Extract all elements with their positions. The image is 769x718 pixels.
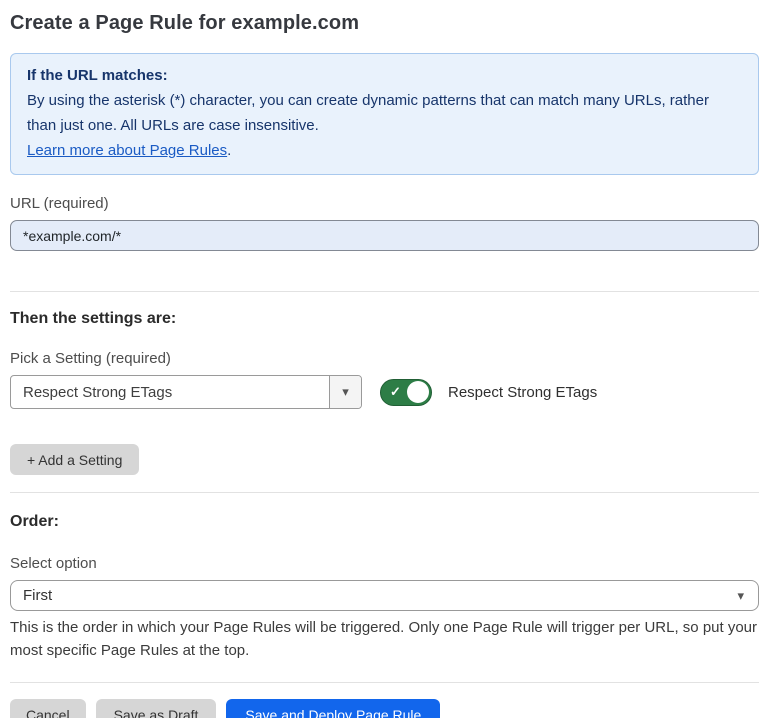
- footer-button-row: Cancel Save as Draft Save and Deploy Pag…: [10, 699, 759, 718]
- url-field-label: URL (required): [10, 195, 759, 212]
- chevron-down-icon: ▾: [342, 384, 349, 400]
- divider: [10, 492, 759, 493]
- dropdown-arrow-button[interactable]: ▾: [329, 376, 361, 408]
- pick-setting-label: Pick a Setting (required): [10, 350, 759, 367]
- save-draft-button[interactable]: Save as Draft: [96, 699, 217, 718]
- info-box-link-line: Learn more about Page Rules.: [27, 138, 742, 163]
- add-setting-button[interactable]: + Add a Setting: [10, 444, 139, 475]
- info-box-heading: If the URL matches:: [27, 63, 742, 88]
- save-deploy-button[interactable]: Save and Deploy Page Rule: [226, 699, 440, 718]
- divider: [10, 682, 759, 683]
- setting-row: Respect Strong ETags ▾ ✓ Respect Strong …: [10, 375, 759, 409]
- order-section-heading: Order:: [10, 513, 759, 531]
- etag-toggle[interactable]: ✓: [380, 379, 432, 406]
- divider: [10, 291, 759, 292]
- url-match-info-box: If the URL matches: By using the asteris…: [10, 53, 759, 175]
- settings-section-heading: Then the settings are:: [10, 310, 759, 328]
- check-icon: ✓: [390, 384, 401, 400]
- order-select-label: Select option: [10, 555, 759, 572]
- url-input[interactable]: [10, 220, 759, 251]
- cancel-button[interactable]: Cancel: [10, 699, 86, 718]
- page-title: Create a Page Rule for example.com: [10, 12, 759, 35]
- link-period: .: [227, 142, 231, 159]
- order-select[interactable]: First ▾: [10, 580, 759, 611]
- order-help-text: This is the order in which your Page Rul…: [10, 616, 759, 662]
- info-box-body: By using the asterisk (*) character, you…: [27, 88, 742, 138]
- setting-dropdown[interactable]: Respect Strong ETags ▾: [10, 375, 362, 409]
- setting-dropdown-value: Respect Strong ETags: [11, 376, 329, 408]
- create-page-rule-form: Create a Page Rule for example.com If th…: [0, 0, 769, 718]
- chevron-down-icon: ▾: [737, 588, 744, 604]
- order-select-value: First: [23, 587, 52, 604]
- toggle-knob: [407, 381, 429, 403]
- toggle-label: Respect Strong ETags: [448, 384, 597, 401]
- learn-more-link[interactable]: Learn more about Page Rules: [27, 142, 227, 159]
